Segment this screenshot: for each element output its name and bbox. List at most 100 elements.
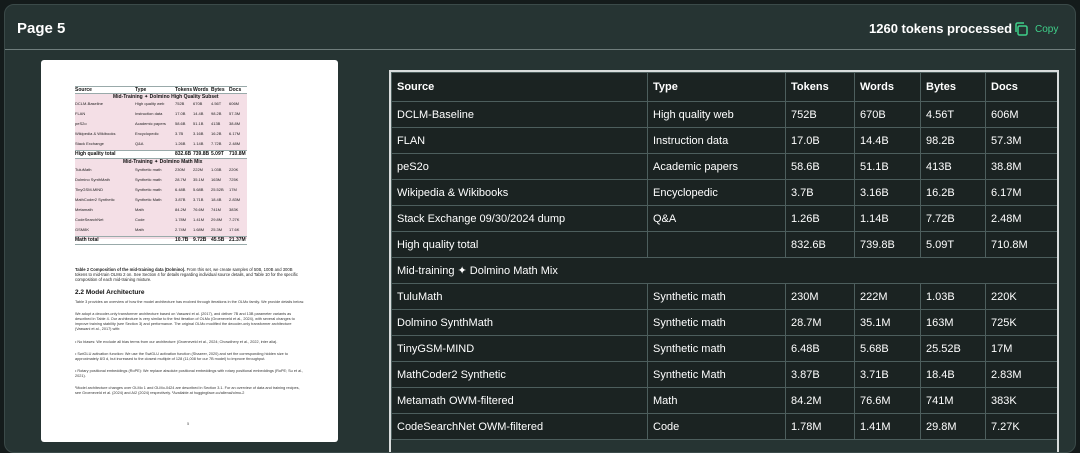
table-cell: Stack Exchange 09/30/2024 dump: [391, 205, 648, 232]
mini-section-label: Mid-Training ✦ Dolmino Math Mix: [123, 159, 203, 165]
table-row: Dolmino SynthMath Synthetic math 28.7M 35.1…: [391, 309, 1057, 336]
mini-cell: 98.2B: [211, 111, 222, 116]
mini-cell: Academic papers: [135, 121, 166, 126]
bullet-swiglu: • SwiGLU activation function: We use the…: [75, 352, 288, 361]
table-row: DCLM-Baseline High quality web 752B 670B 4.5…: [391, 101, 1057, 128]
footnote: ¹Model architecture changes over OLMo 1 …: [75, 386, 300, 395]
page-panel: Page 5 1260 tokens processed Copy Source…: [4, 4, 1076, 453]
mini-cell: 4.56T: [211, 101, 222, 106]
mini-cell: 1.78M: [175, 217, 187, 222]
column-header-words[interactable]: Words: [854, 72, 921, 102]
table-cell: 832.6B: [785, 231, 855, 258]
table-cell: 6.48B: [785, 335, 855, 362]
table-cell: 17.0B: [785, 127, 855, 154]
mini-cell: 3.7B: [175, 131, 184, 136]
mini-cell: 163M: [211, 177, 222, 182]
page-title: Page 5: [17, 20, 66, 37]
page-number: 5: [187, 421, 190, 426]
table-cell: High quality total: [391, 231, 648, 258]
table-cell: 51.1B: [854, 153, 921, 180]
table-row: MathCoder2 Synthetic Synthetic Math 3.87B 3…: [391, 361, 1057, 388]
table-cell: 230M: [785, 283, 855, 310]
mini-cell: 25.3M: [211, 227, 223, 232]
mini-cell: TuluMath: [75, 167, 92, 172]
table-cell: Synthetic math: [647, 335, 786, 362]
mini-cell: 230M: [175, 167, 186, 172]
mini-table-rule: [75, 244, 247, 245]
table-cell: 3.7B: [785, 179, 855, 206]
table-cell: 2.48M: [985, 205, 1057, 232]
column-header-tokens[interactable]: Tokens: [785, 72, 855, 102]
mini-cell: 670B: [193, 101, 203, 106]
mini-cell: DCLM-Baseline: [75, 101, 104, 106]
mini-cell: 3.87B: [175, 197, 186, 202]
table-cell: High quality web: [647, 101, 786, 128]
mini-cell: 25.52B: [211, 187, 224, 192]
mini-cell: Math: [135, 227, 144, 232]
table-cell: 3.71B: [854, 361, 921, 388]
mini-cell: 1.26B: [175, 141, 186, 146]
table-row: Wikipedia & Wikibooks Encyclopedic 3.7B 3.1…: [391, 179, 1057, 206]
column-header-bytes[interactable]: Bytes: [920, 72, 986, 102]
bullet-rope: • Rotary positional embeddings (RoPE): W…: [75, 369, 304, 378]
table-cell: 725K: [985, 309, 1057, 336]
table-cell: 38.8M: [985, 153, 1057, 180]
column-header-docs[interactable]: Docs: [985, 72, 1057, 102]
table-row: TinyGSM-MIND Synthetic math 6.48B 5.68B 25.5…: [391, 335, 1057, 362]
table-cell: 7.72B: [920, 205, 986, 232]
mini-cell: 2.48M: [229, 141, 241, 146]
mini-cell: Wikipedia & Wikibooks: [75, 131, 116, 136]
column-header-type[interactable]: Type: [647, 72, 786, 102]
mini-total-cell: Math total: [75, 237, 99, 243]
table-cell: 29.8M: [920, 413, 986, 440]
mini-cell: Instruction data: [135, 111, 163, 116]
table-caption: Table 2 Composition of the mid-training …: [75, 267, 298, 282]
mini-total-cell: High quality total: [75, 151, 116, 157]
table-cell: 35.1M: [854, 309, 921, 336]
mini-cell: Math: [135, 207, 144, 212]
paragraph-1: Table 3 provides an overview of how the …: [75, 300, 305, 304]
table-row: Stack Exchange 09/30/2024 dump Q&A 1.26B 1.…: [391, 205, 1057, 232]
table-cell: 3.87B: [785, 361, 855, 388]
table-header-row: Source Type Tokens Words Bytes Docs: [391, 72, 1057, 102]
mini-cell: peS2o: [75, 121, 87, 126]
mini-total-cell: 45.5B: [211, 237, 225, 243]
table-cell: Math: [647, 387, 786, 414]
copy-button[interactable]: Copy: [1013, 19, 1058, 39]
mini-cell: 741M: [211, 207, 222, 212]
mini-cell: 14.4B: [193, 111, 204, 116]
mini-cell: FLAN: [75, 111, 86, 116]
table-cell: 17M: [985, 335, 1057, 362]
mini-cell: 1.03B: [211, 167, 222, 172]
table-row: FLAN Instruction data 17.0B 14.4B 98.2B 57.3M: [391, 127, 1057, 154]
table-cell: 5.09T: [920, 231, 986, 258]
table-cell: 670B: [854, 101, 921, 128]
table-cell: Q&A: [647, 205, 786, 232]
mini-cell: Q&A: [135, 141, 144, 146]
table-cell: 1.26B: [785, 205, 855, 232]
mini-cell: 35.1M: [193, 177, 205, 182]
mini-cell: 38.8M: [229, 121, 241, 126]
mini-cell: 28.7M: [175, 177, 187, 182]
table-cell: Metamath OWM-filtered: [391, 387, 648, 414]
mini-cell: Synthetic math: [135, 167, 162, 172]
column-header-source[interactable]: Source: [391, 72, 648, 102]
mini-cell: 7.27K: [229, 217, 240, 222]
mini-cell: 383K: [229, 207, 239, 212]
data-table-container: Source Type Tokens Words Bytes Docs DCLM…: [389, 70, 1059, 452]
document-preview[interactable]: Source Type Tokens Words Bytes Docs Mid-Traini…: [41, 60, 338, 442]
table-cell: [647, 231, 786, 258]
table-cell: 25.52B: [920, 335, 986, 362]
mini-cell: 1.14B: [193, 141, 204, 146]
mini-total-cell: 832.6B: [175, 151, 192, 157]
table-cell: Encyclopedic: [647, 179, 786, 206]
mini-cell: High quality web: [135, 101, 165, 106]
table-cell: 58.6B: [785, 153, 855, 180]
table-row: CodeSearchNet OWM-filtered Code 1.78M 1.41M…: [391, 413, 1057, 440]
table-cell: 18.4B: [920, 361, 986, 388]
section-label: Mid-training ✦ Dolmino Math Mix: [391, 257, 1057, 284]
mini-cell: Dolmino SynthMath: [75, 177, 110, 182]
header-divider: [5, 49, 1075, 50]
table-cell: 220K: [985, 283, 1057, 310]
mini-cell: 220K: [229, 167, 239, 172]
